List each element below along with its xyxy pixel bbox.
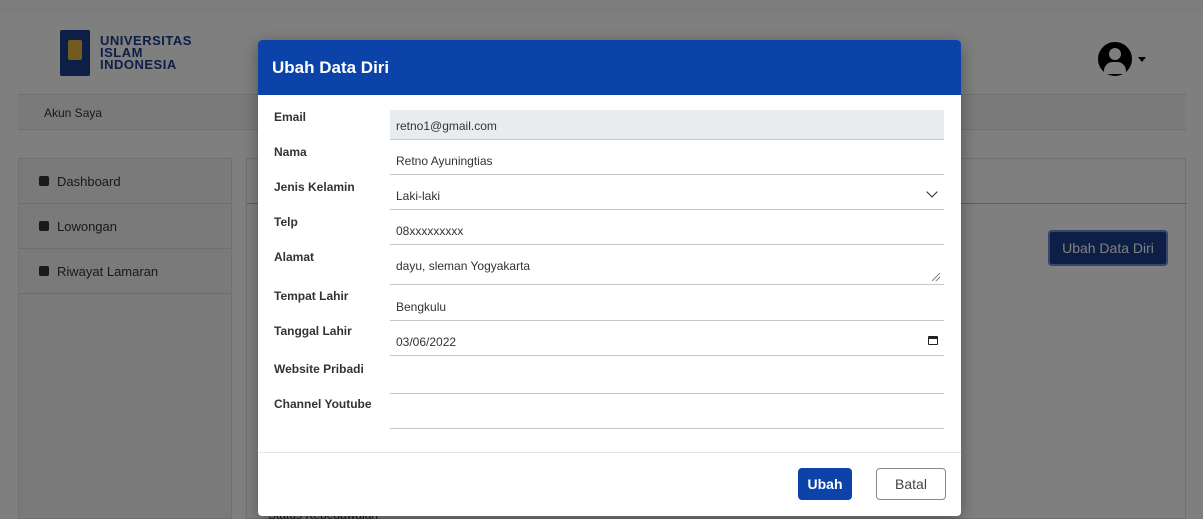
chevron-down-icon — [926, 186, 938, 198]
tanggal-lahir-value: 03/06/2022 — [396, 335, 457, 349]
nama-label: Nama — [274, 145, 307, 159]
form-row-channel-youtube: Channel Youtube — [274, 394, 944, 429]
telp-label: Telp — [274, 215, 298, 229]
form-row-website-pribadi: Website Pribadi — [274, 359, 944, 394]
modal-footer: Ubah Batal — [258, 452, 961, 516]
telp-field[interactable]: 08xxxxxxxxx — [390, 215, 944, 245]
form-row-email: Email retno1@gmail.com — [274, 110, 944, 144]
jenis-kelamin-value: Laki-laki — [396, 189, 441, 203]
edit-profile-modal: Ubah Data Diri Email retno1@gmail.com Na… — [258, 40, 961, 516]
jenis-kelamin-select[interactable]: Laki-laki — [390, 180, 944, 210]
tanggal-lahir-date-input[interactable]: 03/06/2022 — [390, 326, 944, 356]
resize-grip-icon[interactable] — [932, 273, 940, 281]
channel-youtube-label: Channel Youtube — [274, 397, 372, 411]
modal-header: Ubah Data Diri — [258, 40, 961, 95]
form-row-jenis-kelamin: Jenis Kelamin Laki-laki — [274, 180, 944, 214]
jenis-kelamin-label: Jenis Kelamin — [274, 180, 355, 194]
tanggal-lahir-label: Tanggal Lahir — [274, 324, 352, 338]
form-row-alamat: Alamat dayu, sleman Yogyakarta — [274, 250, 944, 285]
nama-field[interactable]: Retno Ayuningtias — [390, 145, 944, 175]
email-label: Email — [274, 110, 307, 124]
alamat-label: Alamat — [274, 250, 315, 264]
email-field: retno1@gmail.com — [390, 110, 944, 140]
tempat-lahir-label: Tempat Lahir — [274, 289, 349, 303]
modal-body: Email retno1@gmail.com Nama Retno Ayunin… — [258, 95, 961, 452]
form-row-tempat-lahir: Tempat Lahir Bengkulu — [274, 289, 944, 323]
alamat-value: dayu, sleman Yogyakarta — [396, 259, 531, 273]
submit-button[interactable]: Ubah — [798, 468, 852, 500]
calendar-icon[interactable] — [928, 336, 938, 345]
form-row-nama: Nama Retno Ayuningtias — [274, 145, 944, 179]
cancel-button[interactable]: Batal — [876, 468, 946, 500]
form-row-tanggal-lahir: Tanggal Lahir 03/06/2022 — [274, 324, 944, 358]
website-pribadi-field[interactable] — [390, 362, 944, 394]
website-pribadi-label: Website Pribadi — [274, 362, 364, 376]
form-row-telp: Telp 08xxxxxxxxx — [274, 215, 944, 249]
channel-youtube-field[interactable] — [390, 397, 944, 429]
tempat-lahir-field[interactable]: Bengkulu — [390, 291, 944, 321]
modal-title: Ubah Data Diri — [272, 57, 390, 77]
alamat-textarea[interactable]: dayu, sleman Yogyakarta — [390, 250, 944, 285]
